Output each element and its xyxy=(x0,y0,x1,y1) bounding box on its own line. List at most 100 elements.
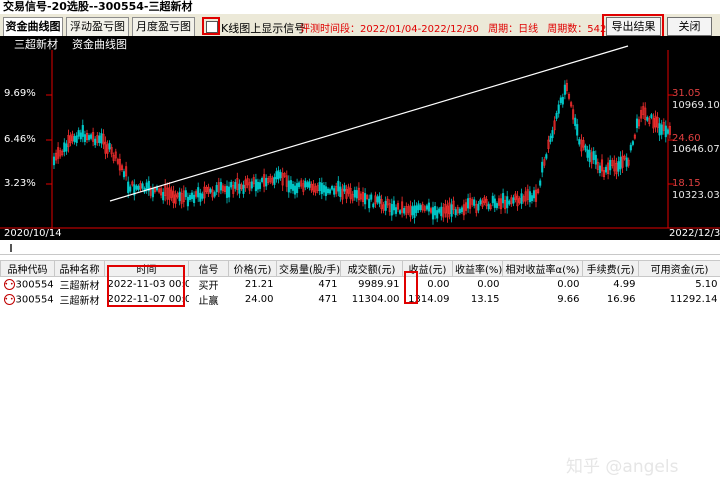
candle-body xyxy=(98,135,101,144)
candle-body xyxy=(376,196,379,203)
candle-body xyxy=(609,159,612,171)
left-axis-label: 9.69% xyxy=(4,88,36,99)
date-start-label: 2020/10/14 xyxy=(4,228,62,239)
price-cell: 24.00 xyxy=(244,294,274,305)
candle-body xyxy=(100,133,103,144)
candle-body xyxy=(625,157,628,167)
candle-body xyxy=(605,166,608,173)
candle-body xyxy=(477,203,480,211)
fund-axis-label: 10969.10 xyxy=(672,100,720,111)
candle-body xyxy=(228,186,231,198)
candle-body xyxy=(368,198,371,209)
candle-body xyxy=(378,195,381,204)
candle-body xyxy=(586,149,589,158)
candle-body xyxy=(304,180,307,188)
price-axis-label: 24.60 xyxy=(672,133,701,144)
candle-body xyxy=(479,199,482,205)
candle-body xyxy=(193,194,196,203)
candle-body xyxy=(561,96,564,105)
candle-body xyxy=(219,182,222,191)
face-icon: • • xyxy=(3,278,15,290)
candle-body xyxy=(90,134,93,139)
candle-body xyxy=(225,185,229,198)
candle-body xyxy=(576,124,579,136)
candle-body xyxy=(528,191,531,203)
candle-body xyxy=(574,117,577,126)
show-signals-checkbox[interactable] xyxy=(206,21,218,33)
candle-body xyxy=(458,208,461,214)
candle-body xyxy=(188,194,192,200)
fund-axis-label: 10646.07 xyxy=(672,144,720,155)
cycle-label: 周期：日线 xyxy=(488,24,539,35)
column-header[interactable]: 价格(元) xyxy=(228,260,277,277)
candle-body xyxy=(491,195,494,204)
candle-body xyxy=(403,208,406,214)
price-axis-label: 31.05 xyxy=(672,88,701,99)
candle-body xyxy=(415,205,418,213)
period-label: 评测时间段：2022/01/04-2022/12/30 xyxy=(300,24,479,35)
export-button[interactable]: 导出结果 xyxy=(606,17,661,36)
column-header[interactable]: 相对收益率α(%) xyxy=(502,260,583,277)
profit-highlight xyxy=(404,271,418,304)
column-header[interactable]: 交易量(股/手) xyxy=(276,260,341,277)
fund-trend-line xyxy=(109,45,629,202)
candle-body xyxy=(532,190,536,199)
fund-axis-label: 10323.03 xyxy=(672,190,720,201)
candle-body xyxy=(413,205,416,218)
column-header[interactable]: 手续费(元) xyxy=(582,260,639,277)
show-signals-label: K线图上显示信号 xyxy=(221,22,306,35)
candle-body xyxy=(473,199,476,206)
candle-body xyxy=(328,189,332,194)
candle-body xyxy=(333,188,336,195)
candle-body xyxy=(73,136,76,143)
candle-body xyxy=(555,113,558,119)
candle-body xyxy=(588,149,591,162)
candle-body xyxy=(254,179,257,192)
chart-scrollbar[interactable] xyxy=(0,241,720,255)
scroll-thumb[interactable] xyxy=(10,244,12,252)
candle-body xyxy=(460,207,463,213)
candle-body xyxy=(184,190,187,198)
tab-fund-curve[interactable]: 资金曲线图 xyxy=(3,17,63,36)
candle-body xyxy=(273,176,276,185)
candle-body xyxy=(213,192,216,197)
date-end-label: 2022/12/30 xyxy=(669,228,720,239)
candle-body xyxy=(87,135,91,140)
candle-body xyxy=(578,139,581,145)
candle-body xyxy=(94,138,97,146)
column-header[interactable]: 品种名称 xyxy=(54,260,105,277)
name-cell: 三超新材 xyxy=(59,281,100,292)
chart-canvas xyxy=(0,45,720,229)
candle-body xyxy=(339,186,342,197)
candle-body xyxy=(438,208,441,213)
candle-body xyxy=(137,185,140,190)
column-header[interactable]: 可用资金(元) xyxy=(638,260,720,277)
candle-body xyxy=(199,192,202,202)
column-header[interactable]: 收益率(%) xyxy=(452,260,503,277)
window-title: 交易信号-20选股--300554-三超新材 xyxy=(0,0,720,14)
candle-body xyxy=(186,196,189,207)
candle-body xyxy=(545,154,548,159)
candle-body xyxy=(250,181,253,189)
tab-monthly-pnl[interactable]: 月度盈亏图 xyxy=(132,17,195,36)
candle-body xyxy=(141,183,144,189)
tab-floating-pnl[interactable]: 浮动盈亏图 xyxy=(66,17,129,36)
column-header[interactable]: 信号 xyxy=(188,260,229,277)
fee-cell: 4.99 xyxy=(613,279,636,290)
candle-body xyxy=(197,187,200,198)
candle-body xyxy=(434,206,437,216)
candle-body xyxy=(230,181,233,188)
volume-cell: 471 xyxy=(318,294,338,305)
column-header[interactable]: 成交额(元) xyxy=(340,260,403,277)
candle-body xyxy=(539,180,542,186)
candle-body xyxy=(392,200,395,211)
candle-body xyxy=(162,191,165,201)
candle-body xyxy=(209,188,212,193)
candle-body xyxy=(660,124,663,135)
candle-body xyxy=(256,181,259,190)
candle-body xyxy=(530,195,533,202)
candle-body xyxy=(419,205,422,211)
close-button[interactable]: 关闭 xyxy=(667,17,712,36)
price-cell: 21.21 xyxy=(244,279,274,290)
column-header[interactable]: 品种代码 xyxy=(0,260,55,277)
